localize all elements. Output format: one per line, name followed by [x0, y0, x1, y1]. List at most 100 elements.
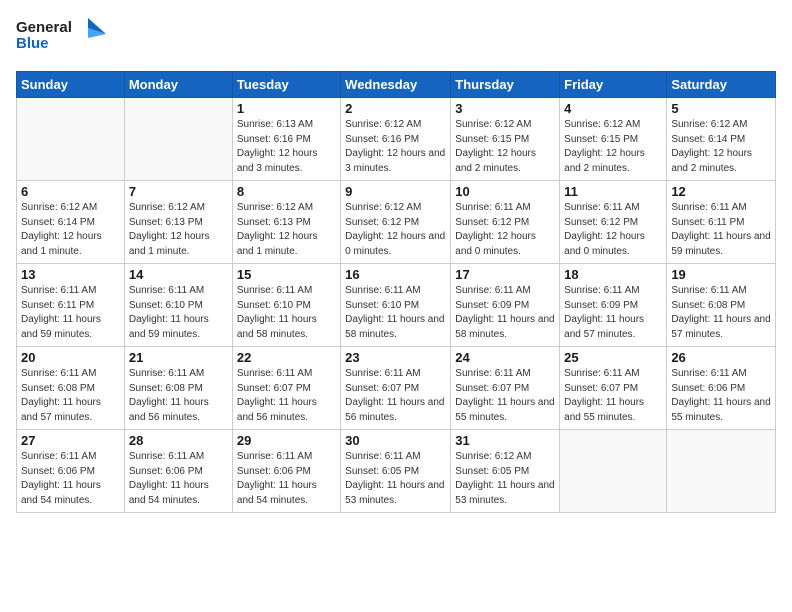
calendar-cell: 27 Sunrise: 6:11 AMSunset: 6:06 PMDayligh…	[17, 430, 125, 513]
calendar-cell	[124, 98, 232, 181]
calendar-cell: 1Sunrise: 6:13 AMSunset: 6:16 PMDaylight…	[232, 98, 340, 181]
calendar-cell: 14 Sunrise: 6:11 AMSunset: 6:10 PMDayligh…	[124, 264, 232, 347]
calendar-cell: 19 Sunrise: 6:11 AMSunset: 6:08 PMDayligh…	[667, 264, 776, 347]
calendar-week-row-3: 13 Sunrise: 6:11 AMSunset: 6:11 PMDayligh…	[17, 264, 776, 347]
day-info: Sunrise: 6:12 AMSunset: 6:14 PMDaylight:…	[671, 118, 771, 176]
day-info: Sunrise: 6:11 AMSunset: 6:07 PMDaylight:…	[455, 367, 555, 425]
logo: General Blue	[16, 14, 106, 63]
day-info: Sunrise: 6:12 AMSunset: 6:13 PMDaylight:…	[237, 201, 336, 259]
day-number: 10	[455, 184, 555, 199]
calendar-cell: 5Sunrise: 6:12 AMSunset: 6:14 PMDaylight…	[667, 98, 776, 181]
weekday-header-wednesday: Wednesday	[341, 72, 451, 98]
day-info: Sunrise: 6:11 AMSunset: 6:09 PMDaylight:…	[564, 284, 662, 342]
calendar-cell	[667, 430, 776, 513]
day-number: 31	[455, 433, 555, 448]
calendar-cell: 20 Sunrise: 6:11 AMSunset: 6:08 PMDayligh…	[17, 347, 125, 430]
calendar-cell: 12 Sunrise: 6:11 AMSunset: 6:11 PMDayligh…	[667, 181, 776, 264]
day-number: 21	[129, 350, 228, 365]
day-number: 12	[671, 184, 771, 199]
day-info: Sunrise: 6:11 AMSunset: 6:11 PMDaylight:…	[21, 284, 120, 342]
day-info: Sunrise: 6:12 AMSunset: 6:13 PMDaylight:…	[129, 201, 228, 259]
weekday-header-monday: Monday	[124, 72, 232, 98]
day-info: Sunrise: 6:13 AMSunset: 6:16 PMDaylight:…	[237, 118, 336, 176]
day-number: 8	[237, 184, 336, 199]
day-info: Sunrise: 6:11 AMSunset: 6:07 PMDaylight:…	[345, 367, 446, 425]
day-number: 13	[21, 267, 120, 282]
calendar-cell	[560, 430, 667, 513]
day-number: 27	[21, 433, 120, 448]
page: General Blue SundayMondayTuesdayWednesda…	[0, 0, 792, 612]
calendar-cell: 22 Sunrise: 6:11 AMSunset: 6:07 PMDayligh…	[232, 347, 340, 430]
day-info: Sunrise: 6:12 AMSunset: 6:15 PMDaylight:…	[564, 118, 662, 176]
day-info: Sunrise: 6:12 AMSunset: 6:14 PMDaylight:…	[21, 201, 120, 259]
calendar-cell: 7 Sunrise: 6:12 AMSunset: 6:13 PMDaylight…	[124, 181, 232, 264]
calendar-cell: 23Sunrise: 6:11 AMSunset: 6:07 PMDayligh…	[341, 347, 451, 430]
day-info: Sunrise: 6:12 AMSunset: 6:05 PMDaylight:…	[455, 450, 555, 508]
calendar-cell: 21 Sunrise: 6:11 AMSunset: 6:08 PMDayligh…	[124, 347, 232, 430]
calendar-cell: 8 Sunrise: 6:12 AMSunset: 6:13 PMDaylight…	[232, 181, 340, 264]
day-info: Sunrise: 6:11 AMSunset: 6:10 PMDaylight:…	[129, 284, 228, 342]
day-info: Sunrise: 6:12 AMSunset: 6:12 PMDaylight:…	[345, 201, 446, 259]
calendar-cell: 10 Sunrise: 6:11 AMSunset: 6:12 PMDayligh…	[451, 181, 560, 264]
day-info: Sunrise: 6:11 AMSunset: 6:08 PMDaylight:…	[21, 367, 120, 425]
calendar-table: SundayMondayTuesdayWednesdayThursdayFrid…	[16, 71, 776, 513]
day-info: Sunrise: 6:11 AMSunset: 6:11 PMDaylight:…	[671, 201, 771, 259]
day-info: Sunrise: 6:11 AMSunset: 6:10 PMDaylight:…	[345, 284, 446, 342]
day-number: 29	[237, 433, 336, 448]
calendar-cell: 18 Sunrise: 6:11 AMSunset: 6:09 PMDayligh…	[560, 264, 667, 347]
day-info: Sunrise: 6:11 AMSunset: 6:05 PMDaylight:…	[345, 450, 446, 508]
calendar-cell: 28Sunrise: 6:11 AMSunset: 6:06 PMDayligh…	[124, 430, 232, 513]
day-number: 18	[564, 267, 662, 282]
weekday-header-saturday: Saturday	[667, 72, 776, 98]
calendar-week-row-4: 20 Sunrise: 6:11 AMSunset: 6:08 PMDayligh…	[17, 347, 776, 430]
day-number: 7	[129, 184, 228, 199]
day-number: 30	[345, 433, 446, 448]
weekday-header-friday: Friday	[560, 72, 667, 98]
calendar-cell: 30 Sunrise: 6:11 AMSunset: 6:05 PMDayligh…	[341, 430, 451, 513]
calendar-cell: 6Sunrise: 6:12 AMSunset: 6:14 PMDaylight…	[17, 181, 125, 264]
logo-text: General Blue	[16, 14, 106, 63]
weekday-header-tuesday: Tuesday	[232, 72, 340, 98]
day-info: Sunrise: 6:11 AMSunset: 6:10 PMDaylight:…	[237, 284, 336, 342]
svg-text:General: General	[16, 19, 72, 36]
calendar-cell: 4 Sunrise: 6:12 AMSunset: 6:15 PMDaylight…	[560, 98, 667, 181]
day-info: Sunrise: 6:11 AMSunset: 6:06 PMDaylight:…	[21, 450, 120, 508]
day-info: Sunrise: 6:11 AMSunset: 6:12 PMDaylight:…	[564, 201, 662, 259]
day-number: 25	[564, 350, 662, 365]
day-info: Sunrise: 6:11 AMSunset: 6:06 PMDaylight:…	[671, 367, 771, 425]
day-number: 26	[671, 350, 771, 365]
day-number: 14	[129, 267, 228, 282]
day-number: 3	[455, 101, 555, 116]
day-number: 16	[345, 267, 446, 282]
day-info: Sunrise: 6:11 AMSunset: 6:12 PMDaylight:…	[455, 201, 555, 259]
day-number: 9	[345, 184, 446, 199]
calendar-cell: 31 Sunrise: 6:12 AMSunset: 6:05 PMDayligh…	[451, 430, 560, 513]
day-info: Sunrise: 6:11 AMSunset: 6:08 PMDaylight:…	[129, 367, 228, 425]
day-number: 17	[455, 267, 555, 282]
calendar-cell: 24 Sunrise: 6:11 AMSunset: 6:07 PMDayligh…	[451, 347, 560, 430]
day-number: 20	[21, 350, 120, 365]
header: General Blue	[16, 10, 776, 63]
day-number: 15	[237, 267, 336, 282]
calendar-cell	[17, 98, 125, 181]
calendar-cell: 26 Sunrise: 6:11 AMSunset: 6:06 PMDayligh…	[667, 347, 776, 430]
calendar-cell: 13 Sunrise: 6:11 AMSunset: 6:11 PMDayligh…	[17, 264, 125, 347]
weekday-header-thursday: Thursday	[451, 72, 560, 98]
calendar-cell: 2 Sunrise: 6:12 AMSunset: 6:16 PMDaylight…	[341, 98, 451, 181]
day-info: Sunrise: 6:11 AMSunset: 6:09 PMDaylight:…	[455, 284, 555, 342]
day-number: 4	[564, 101, 662, 116]
day-number: 28	[129, 433, 228, 448]
day-info: Sunrise: 6:12 AMSunset: 6:16 PMDaylight:…	[345, 118, 446, 176]
day-number: 11	[564, 184, 662, 199]
day-number: 22	[237, 350, 336, 365]
day-info: Sunrise: 6:11 AMSunset: 6:07 PMDaylight:…	[237, 367, 336, 425]
calendar-cell: 15 Sunrise: 6:11 AMSunset: 6:10 PMDayligh…	[232, 264, 340, 347]
day-number: 2	[345, 101, 446, 116]
day-number: 19	[671, 267, 771, 282]
calendar-cell: 17 Sunrise: 6:11 AMSunset: 6:09 PMDayligh…	[451, 264, 560, 347]
day-info: Sunrise: 6:11 AMSunset: 6:08 PMDaylight:…	[671, 284, 771, 342]
svg-text:Blue: Blue	[16, 35, 49, 52]
weekday-header-row: SundayMondayTuesdayWednesdayThursdayFrid…	[17, 72, 776, 98]
day-number: 24	[455, 350, 555, 365]
calendar-week-row-1: 1Sunrise: 6:13 AMSunset: 6:16 PMDaylight…	[17, 98, 776, 181]
